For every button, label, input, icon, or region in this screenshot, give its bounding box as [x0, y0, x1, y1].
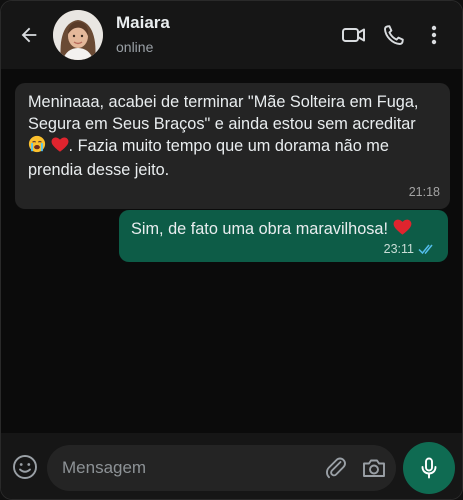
message-text-part: . Fazia muito tempo que um dorama não me…	[28, 137, 389, 179]
video-call-icon	[342, 28, 365, 42]
message-time: 23:11	[383, 242, 414, 256]
message-list[interactable]: Meninaaa, acabei de terminar "Mãe Soltei…	[1, 69, 462, 433]
message-text: Meninaaa, acabei de terminar "Mãe Soltei…	[28, 91, 438, 181]
back-button[interactable]	[9, 15, 49, 55]
message-text: Sim, de fato uma obra maravilhosa!	[131, 218, 436, 242]
red-heart-emoji	[393, 218, 412, 242]
attach-button[interactable]	[320, 452, 352, 484]
message-time: 21:18	[408, 185, 440, 199]
video-call-button[interactable]	[336, 17, 372, 53]
message-meta: 23:11	[384, 242, 436, 256]
voice-call-button[interactable]	[376, 17, 412, 53]
outgoing-message[interactable]: Sim, de fato uma obra maravilhosa! 23:11	[119, 210, 448, 262]
header-actions	[332, 17, 452, 53]
contact-status: online	[116, 39, 154, 55]
composer-bar	[1, 433, 462, 499]
emoji-button[interactable]	[11, 453, 39, 481]
microphone-icon	[421, 457, 437, 479]
message-input-wrapper	[47, 445, 396, 491]
loudly-crying-face-emoji	[28, 135, 46, 159]
more-options-button[interactable]	[416, 17, 452, 53]
incoming-message[interactable]: Meninaaa, acabei de terminar "Mãe Soltei…	[15, 83, 450, 209]
message-input[interactable]	[47, 445, 320, 491]
arrow-left-icon	[21, 27, 37, 43]
chat-window: Maiara online Meninaaa, acabei de termin…	[0, 0, 463, 500]
avatar[interactable]	[53, 10, 103, 60]
chat-header: Maiara online	[1, 1, 462, 69]
contact-name: Maiara	[116, 13, 170, 32]
paperclip-icon	[326, 457, 346, 479]
red-heart-emoji	[51, 136, 69, 159]
more-vert-icon	[431, 25, 437, 45]
camera-icon	[363, 459, 385, 477]
message-text-part: Sim, de fato uma obra maravilhosa!	[131, 220, 393, 238]
emoji-icon	[13, 455, 37, 479]
read-receipt-icon	[418, 243, 436, 255]
contact-info[interactable]: Maiara online	[116, 12, 170, 58]
message-text-part: Meninaaa, acabei de terminar "Mãe Soltei…	[28, 93, 419, 133]
phone-icon	[384, 25, 404, 45]
camera-button[interactable]	[358, 452, 390, 484]
voice-message-button[interactable]	[403, 442, 455, 494]
